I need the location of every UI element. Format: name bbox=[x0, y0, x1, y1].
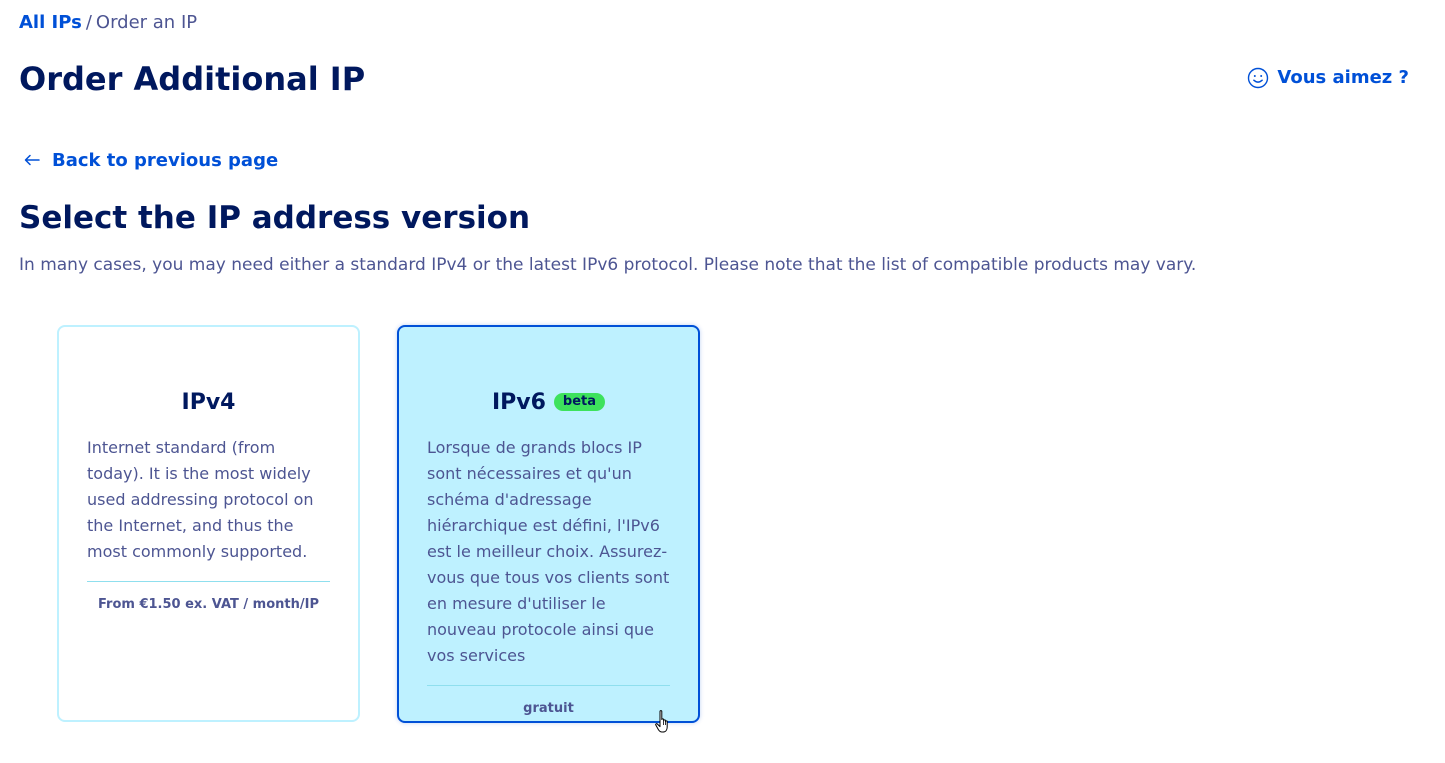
breadcrumb-link-all-ips[interactable]: All IPs bbox=[19, 12, 82, 33]
beta-badge: beta bbox=[553, 393, 606, 411]
card-title: IPv6 beta bbox=[427, 389, 670, 417]
feedback-label: Vous aimez ? bbox=[1277, 67, 1409, 88]
card-description: Internet standard (from today). It is th… bbox=[87, 438, 314, 561]
card-divider bbox=[427, 685, 670, 686]
card-price: From €1.50 ex. VAT / month/IP bbox=[98, 597, 319, 612]
breadcrumb-separator: / bbox=[85, 12, 92, 33]
breadcrumb-current: Order an IP bbox=[95, 12, 198, 33]
card-title: IPv4 bbox=[87, 389, 330, 417]
feedback-button[interactable]: Vous aimez ? bbox=[1247, 66, 1409, 90]
hand-pointer-cursor-icon bbox=[655, 709, 673, 735]
back-link-label: Back to previous page bbox=[52, 150, 279, 171]
arrow-left-icon bbox=[24, 149, 40, 173]
ipv4-option-card[interactable]: IPv4 Internet standard (from today). It … bbox=[57, 325, 360, 722]
ipv6-option-card[interactable]: IPv6 beta Lorsque de grands blocs IP sont… bbox=[397, 325, 700, 723]
section-title: Select the IP address version bbox=[19, 200, 531, 236]
card-title-text: IPv4 bbox=[181, 390, 236, 415]
section-description: In many cases, you may need either a sta… bbox=[19, 255, 1197, 275]
card-title-text: IPv6 bbox=[491, 390, 546, 415]
card-price: gratuit bbox=[523, 701, 574, 716]
back-to-previous-page-link[interactable]: Back to previous page bbox=[24, 149, 278, 173]
page-title: Order Additional IP bbox=[19, 60, 366, 98]
card-divider bbox=[87, 581, 330, 582]
order-ip-page: All IPs / Order an IP Order Additional IP … bbox=[0, 0, 1445, 763]
smile-icon bbox=[1247, 67, 1269, 89]
card-description: Lorsque de grands blocs IP sont nécessai… bbox=[427, 438, 670, 665]
breadcrumb: All IPs / Order an IP bbox=[19, 11, 197, 35]
